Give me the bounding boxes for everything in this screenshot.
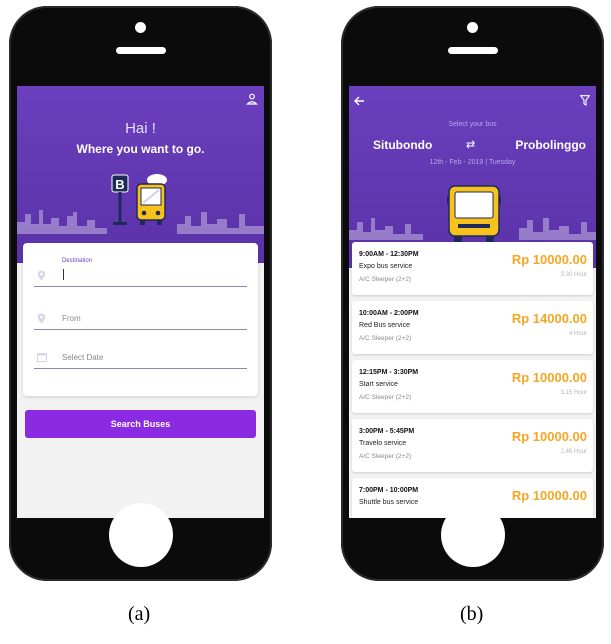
route-from-city: Situbondo: [373, 138, 433, 152]
bus-time: 9:00AM - 12:30PM: [359, 251, 419, 258]
destination-label: Destination: [62, 258, 93, 264]
user-icon[interactable]: [246, 93, 258, 105]
greeting-text: Hai !: [125, 120, 156, 137]
location-pin-icon: [37, 313, 46, 324]
bus-duration: 2.45 Hour: [560, 449, 587, 455]
bus-price: Rp 10000.00: [511, 488, 587, 503]
bus-illustration: [447, 185, 501, 242]
home-button[interactable]: [440, 503, 505, 567]
travel-date-text: 12th - Feb - 2019 | Tuesday: [429, 159, 516, 166]
search-form-card: Destination From Select Date: [23, 243, 258, 396]
bus-price: Rp 10000.00: [511, 252, 587, 267]
bus-seat-type: A/C Sleeper (2+2): [359, 335, 412, 342]
from-placeholder: From: [62, 314, 81, 323]
calendar-icon: [37, 353, 47, 362]
screen-bus-list: Select your bus Situbondo ⇄ Probolinggo …: [349, 86, 596, 518]
bus-seat-type: A/C Sleeper (2+2): [359, 276, 412, 283]
bus-result-card[interactable]: 9:00AM - 12:30PM Expo bus service A/C Sl…: [352, 242, 593, 295]
bus-price: Rp 10000.00: [511, 429, 587, 444]
bus-stop-sign-letter: B: [115, 177, 124, 192]
from-field[interactable]: From: [34, 307, 247, 330]
bus-price: Rp 14000.00: [511, 311, 587, 326]
bus-duration: 3.30 Hour: [560, 272, 587, 278]
bus-result-card[interactable]: 10:00AM - 2:00PM Red Bus service A/C Sle…: [352, 301, 593, 354]
caption-a: (a): [128, 603, 151, 625]
bus-duration: 4 Hour: [568, 331, 587, 337]
camera-dot: [467, 22, 478, 33]
route-to-city: Probolinggo: [515, 138, 586, 152]
header-banner: Select your bus Situbondo ⇄ Probolinggo …: [349, 86, 596, 268]
camera-dot: [135, 22, 146, 33]
text-cursor: [63, 269, 64, 280]
filter-icon[interactable]: [580, 95, 590, 106]
date-placeholder: Select Date: [62, 353, 104, 362]
bus-stop-illustration: B: [111, 174, 167, 225]
bus-time: 3:00PM - 5:45PM: [359, 428, 415, 435]
bus-time: 12:15PM - 3:30PM: [359, 369, 419, 376]
screen-search: Hai ! Where you want to go. B Destinatio…: [17, 86, 264, 518]
bus-seat-type: A/C Sleeper (2+2): [359, 453, 412, 460]
bus-operator-name: Start service: [359, 381, 398, 388]
bus-duration: 3.15 Hour: [560, 390, 587, 396]
bus-result-card[interactable]: 12:15PM - 3:30PM Start service A/C Sleep…: [352, 360, 593, 413]
back-arrow-icon[interactable]: [354, 96, 365, 106]
home-button[interactable]: [108, 503, 173, 567]
phone-frame-b: Select your bus Situbondo ⇄ Probolinggo …: [341, 6, 604, 581]
speaker-slot: [115, 47, 166, 54]
select-bus-label: Select your bus: [448, 121, 497, 128]
date-field[interactable]: Select Date: [34, 346, 247, 369]
bus-time: 10:00AM - 2:00PM: [359, 310, 419, 317]
swap-arrows-icon[interactable]: ⇄: [466, 138, 475, 151]
caption-b: (b): [460, 603, 484, 625]
header-banner: Hai ! Where you want to go. B: [17, 86, 264, 263]
bus-seat-type: A/C Sleeper (2+2): [359, 394, 412, 401]
bus-operator-name: Red Bus service: [359, 322, 410, 329]
location-pin-icon: [37, 270, 46, 281]
bus-time: 7:00PM - 10:00PM: [359, 487, 419, 494]
tagline-text: Where you want to go.: [76, 142, 205, 156]
bus-operator-name: Travelo service: [359, 440, 407, 447]
bus-result-card[interactable]: 3:00PM - 5:45PM Travelo service A/C Slee…: [352, 419, 593, 472]
bus-operator-name: Shuttle bus service: [359, 499, 419, 506]
phone-frame-a: Hai ! Where you want to go. B Destinatio…: [9, 6, 272, 581]
bus-price: Rp 10000.00: [511, 370, 587, 385]
bus-operator-name: Expo bus service: [359, 263, 413, 270]
speaker-slot: [447, 47, 498, 54]
destination-field[interactable]: Destination: [34, 258, 247, 287]
search-buses-button[interactable]: Search Buses: [25, 410, 256, 438]
